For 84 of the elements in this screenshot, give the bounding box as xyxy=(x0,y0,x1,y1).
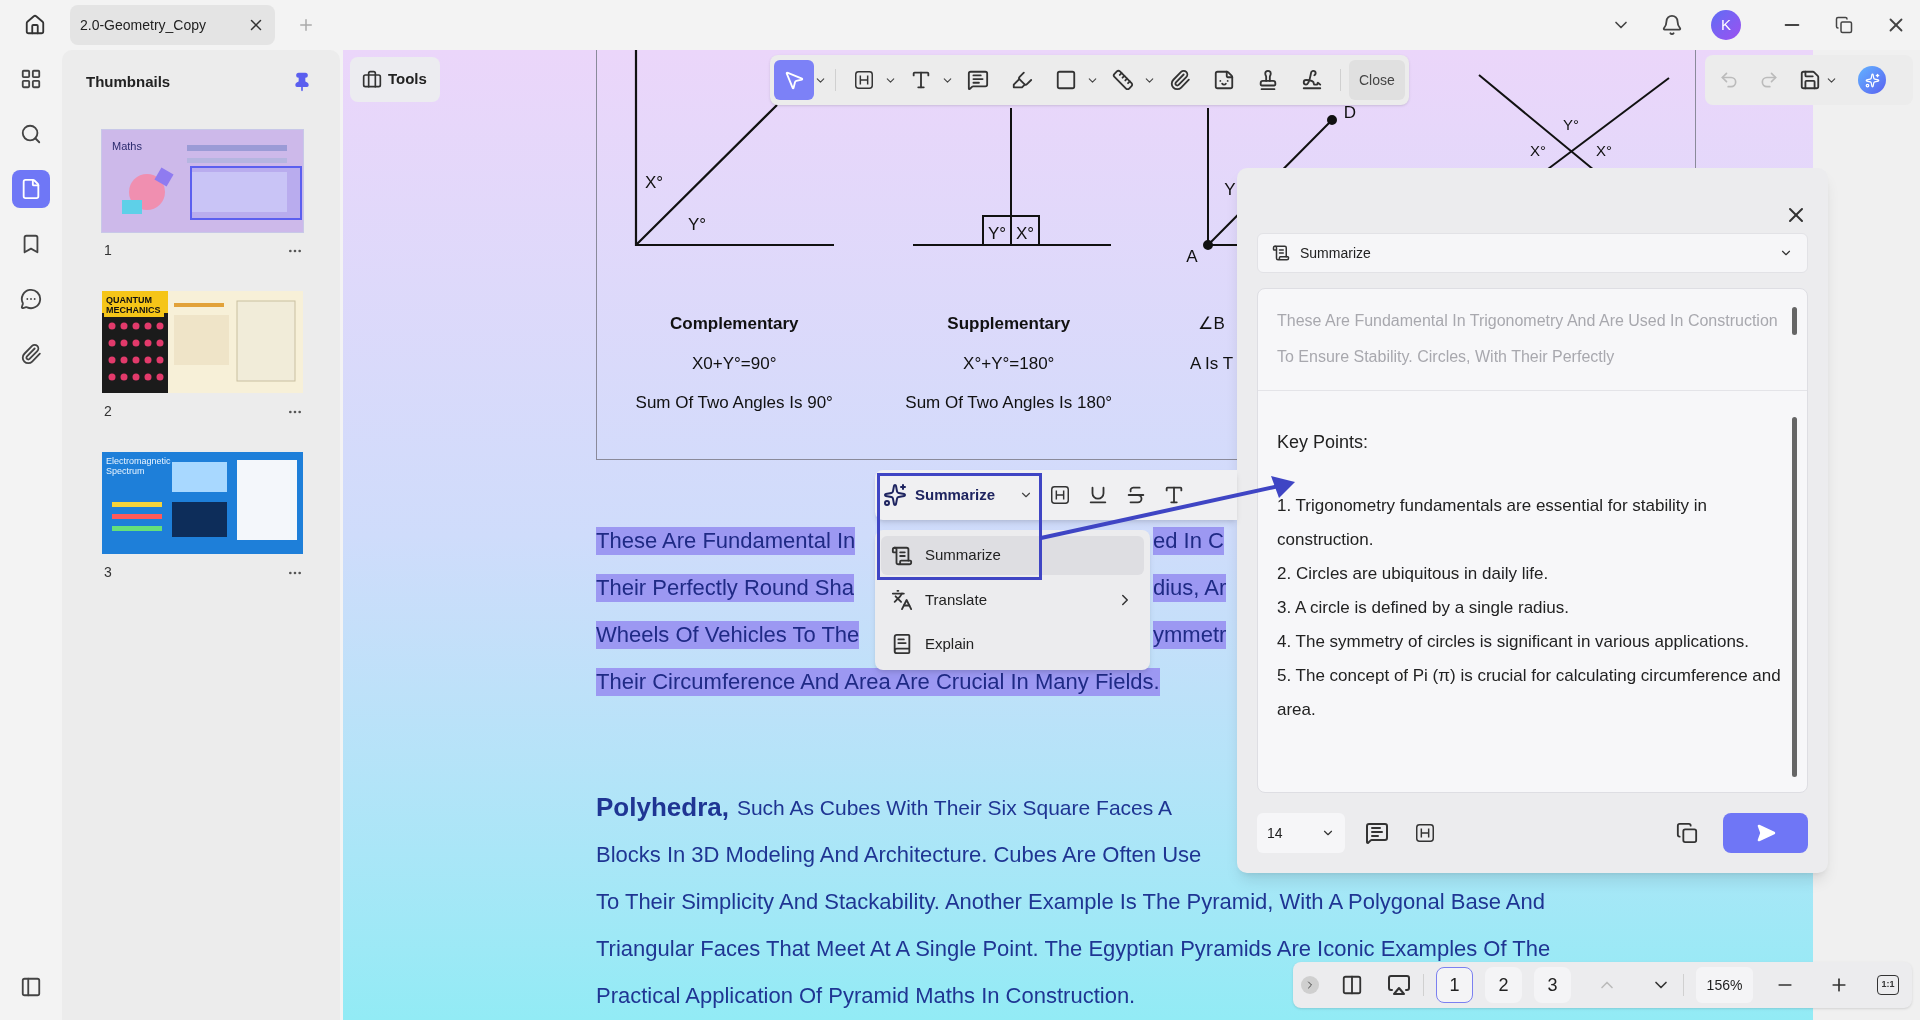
menu-item[interactable]: Explain xyxy=(881,624,1144,664)
angle-label: Y° xyxy=(687,215,706,234)
angle-label: X° xyxy=(1016,224,1035,243)
expand-icon[interactable] xyxy=(1301,976,1319,994)
heading-icon[interactable] xyxy=(1414,822,1436,844)
actual-size-button[interactable]: 1:1 xyxy=(1877,975,1899,995)
key-point: 4. The symmetry of circles is significant in various applications. xyxy=(1277,631,1751,653)
save-icon[interactable] xyxy=(1799,69,1821,91)
page-thumbnail[interactable]: QUANTUM MECHANICS xyxy=(102,291,303,393)
figure-caption: Sum Of Two Angles Is 90° xyxy=(635,392,833,414)
font-size-dropdown[interactable]: 14 xyxy=(1257,813,1345,853)
summarize-button[interactable]: Summarize xyxy=(883,483,1034,507)
menu-item[interactable]: Translate xyxy=(881,580,1144,620)
paragraph-line: Such As Cubes With Their Six Square Faces A xyxy=(736,794,1172,821)
close-toolbar-button[interactable]: Close xyxy=(1349,60,1405,100)
scrollbar xyxy=(1792,307,1797,335)
key-point: 3. A circle is defined by a single radius. xyxy=(1277,597,1570,619)
book-icon xyxy=(891,633,913,656)
page-button[interactable]: 3 xyxy=(1534,967,1571,1003)
figure-title: Complementary xyxy=(669,313,800,335)
zoom-level[interactable]: 156% xyxy=(1696,967,1753,1003)
selected-text: ymmetr xyxy=(1153,620,1227,649)
key-points-heading: Key Points: xyxy=(1277,431,1370,454)
selected-text: These Are Fundamental In xyxy=(596,526,856,555)
thumbnail-title: Electromagnetic Spectrum xyxy=(106,456,172,476)
angle-label: Y° xyxy=(1563,116,1580,133)
selected-text: Their Perfectly Round Sha xyxy=(596,573,855,602)
presentation-icon[interactable] xyxy=(1387,973,1411,997)
sparkle-icon xyxy=(883,483,907,507)
figure-caption: A Is T xyxy=(1190,352,1234,375)
copy-icon[interactable] xyxy=(1676,822,1698,844)
heading-icon[interactable] xyxy=(1049,484,1072,506)
toolbox-icon xyxy=(362,69,382,90)
paragraph-line: Blocks In 3D Modeling And Architecture. Cubes Are Often Use xyxy=(596,841,1202,869)
menu-item[interactable]: Summarize xyxy=(881,536,1144,576)
angle-label: Y° xyxy=(988,224,1007,243)
page-button[interactable]: 1 xyxy=(1436,967,1473,1003)
angle-label: X° xyxy=(1596,142,1613,159)
key-point: 5. The concept of Pi (π) is crucial for calculating circumference and area. xyxy=(1277,665,1782,721)
paragraph-lead: Polyhedra, xyxy=(596,791,729,824)
assistant-icon[interactable] xyxy=(1858,66,1886,94)
selected-text: ed In C xyxy=(1153,526,1224,555)
figure-caption: Sum Of Two Angles Is 180° xyxy=(905,392,1113,414)
pin-icon[interactable] xyxy=(292,72,312,92)
angle-label: A xyxy=(1186,247,1198,266)
avatar[interactable]: K xyxy=(1711,10,1741,40)
figure-formula: ∠B xyxy=(1197,313,1226,335)
page-icon[interactable] xyxy=(12,170,50,208)
cursor-icon[interactable] xyxy=(774,60,814,100)
selected-text: Wheels Of Vehicles To The xyxy=(596,620,860,649)
paragraph-line: To Their Simplicity And Stackability. Another Example Is The Pyramid, With A Polygonal Base And xyxy=(596,888,1545,916)
sidebar-toggle-icon[interactable] xyxy=(20,976,42,998)
figure-title: Supplementary xyxy=(946,313,1072,335)
page-number: 3 xyxy=(103,563,112,582)
page-number: 1 xyxy=(103,241,112,260)
page-thumbnail[interactable]: Maths xyxy=(102,130,303,232)
figure-formula: X°+Y°=180° xyxy=(962,352,1056,375)
send-button[interactable] xyxy=(1723,813,1808,853)
angle-label: X° xyxy=(644,173,663,192)
notification-icon[interactable] xyxy=(1661,14,1683,36)
selected-text: dius, Ar xyxy=(1153,573,1227,602)
comment-icon[interactable] xyxy=(1365,821,1389,845)
panel-title: Thumbnails xyxy=(86,71,171,92)
selected-text: Their Circumference And Area Are Crucial In Many Fields. xyxy=(596,667,1160,696)
paragraph-line: Practical Application Of Pyramid Maths In Construction. xyxy=(596,982,1136,1010)
key-point: 2. Circles are ubiquitous in daily life. xyxy=(1277,563,1550,585)
tools-button[interactable]: Tools xyxy=(350,57,440,102)
restore-icon[interactable] xyxy=(1835,16,1853,34)
send-icon xyxy=(1755,823,1776,843)
page-number: 2 xyxy=(103,402,112,421)
thumbnail-title: Maths xyxy=(112,139,142,154)
page-button[interactable]: 2 xyxy=(1485,967,1522,1003)
translate-icon xyxy=(891,589,913,611)
angle-label: Y xyxy=(1224,180,1236,199)
home-icon[interactable] xyxy=(24,14,46,36)
angle-label: X° xyxy=(1530,142,1547,159)
paragraph-line: Triangular Faces That Meet At A Single Point. The Egyptian Pyramids Are Iconic Examples Of The xyxy=(596,935,1551,963)
two-page-icon[interactable] xyxy=(1341,974,1363,996)
mode-dropdown[interactable]: Summarize xyxy=(1257,233,1808,273)
figure-formula: X0+Y°=90° xyxy=(691,352,778,375)
key-point: 1. Trigonometry fundamentals are essential for stability in construction. xyxy=(1277,495,1708,551)
angle-label: D xyxy=(1343,103,1357,122)
document-tab[interactable]: 2.0-Geometry_Copy xyxy=(70,5,275,45)
source-text: These Are Fundamental In Trigonometry And Are Used In Construction To Ensure Stability. Circles, With Their Perfectly xyxy=(1277,311,1779,367)
